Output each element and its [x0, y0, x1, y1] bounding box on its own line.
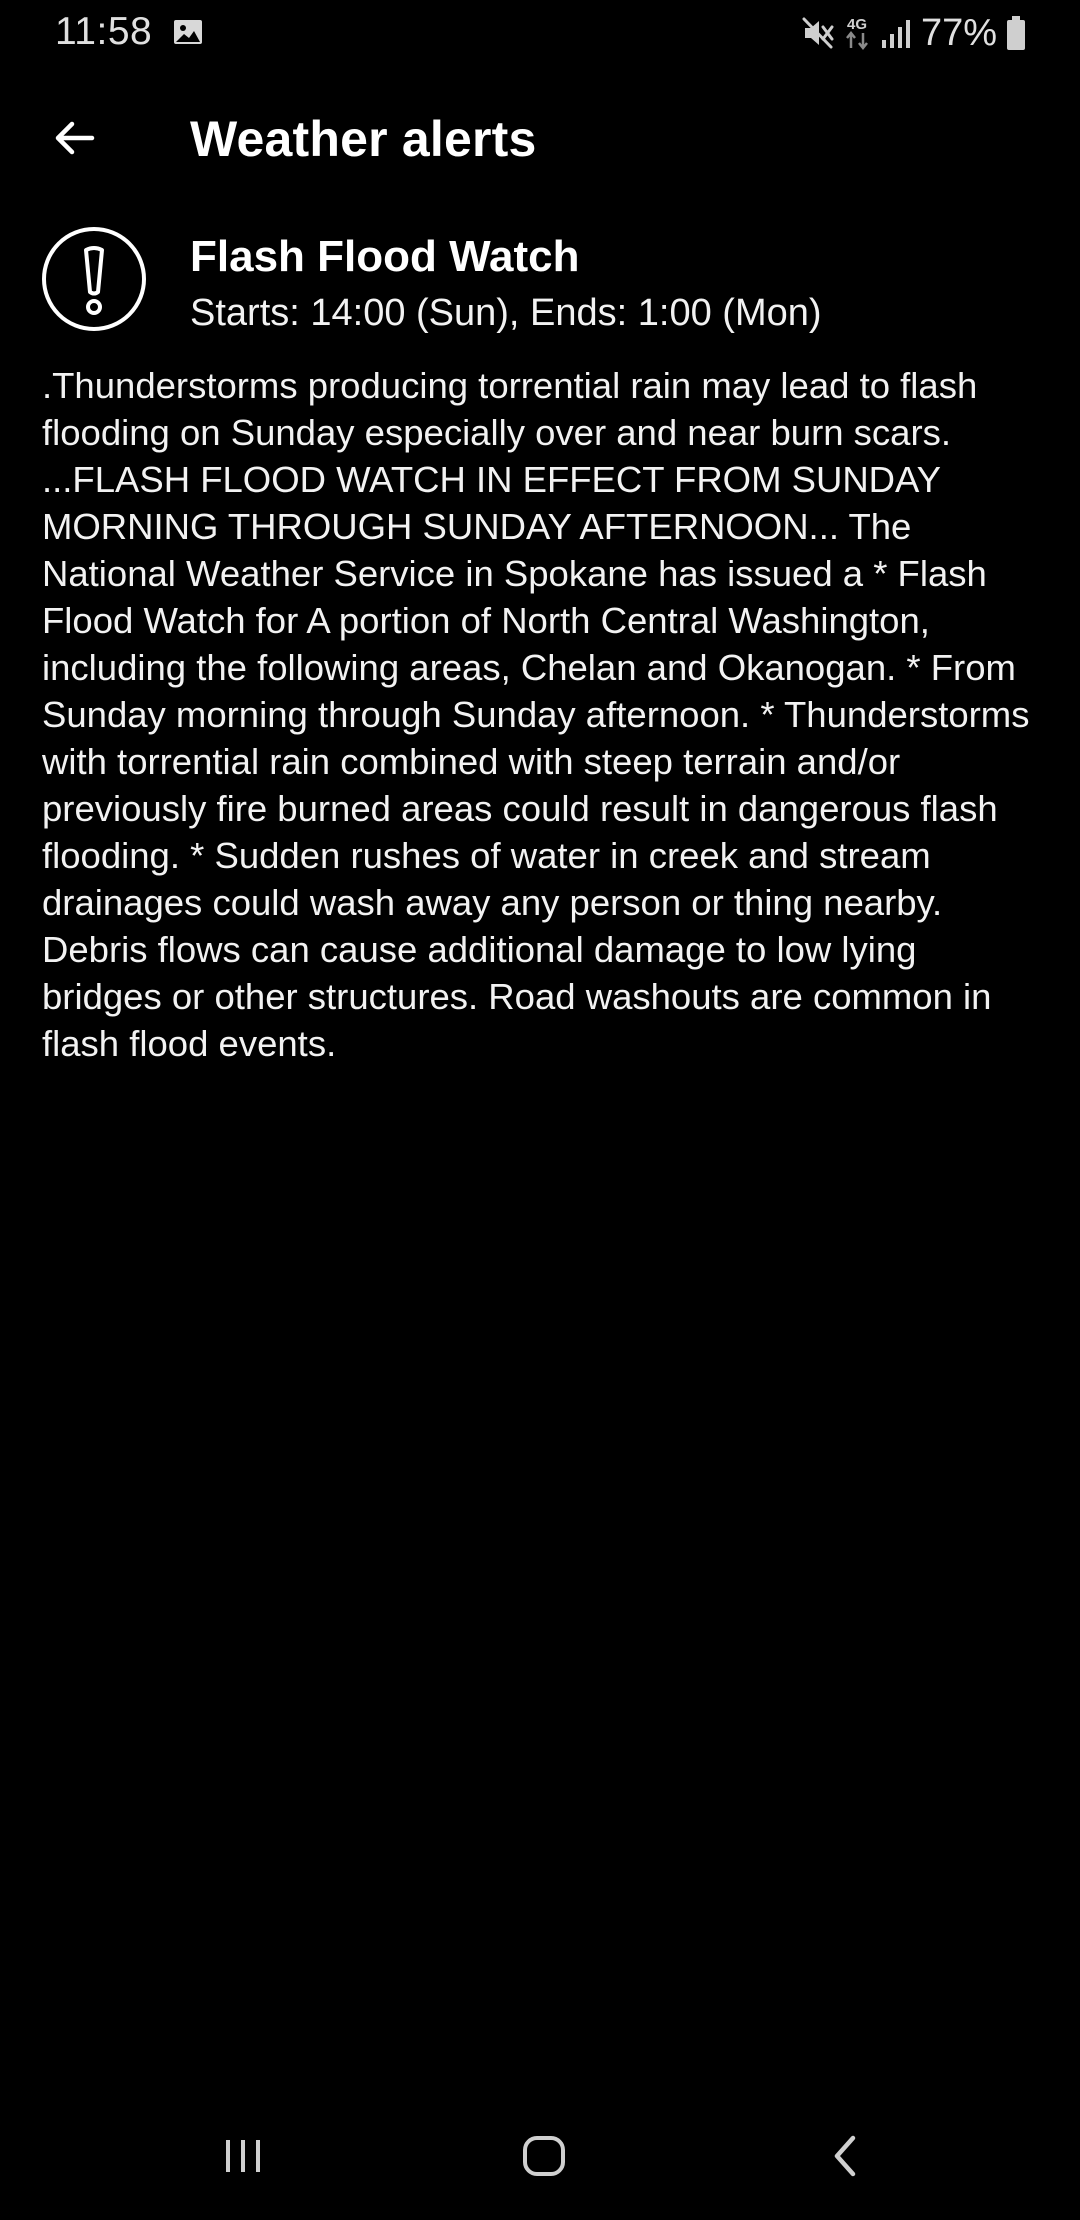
arrow-left-icon — [55, 121, 95, 155]
alert-title: Flash Flood Watch — [190, 232, 580, 281]
back-button[interactable] — [38, 108, 110, 168]
mute-icon — [802, 17, 834, 49]
status-bar: 11:58 4G 77% — [0, 0, 1080, 66]
home-icon — [523, 2136, 565, 2176]
page-title: Weather alerts — [190, 111, 537, 167]
gallery-icon — [174, 20, 202, 44]
recents-icon — [226, 2140, 260, 2172]
status-time: 11:58 — [55, 10, 153, 53]
system-back-button[interactable] — [806, 2126, 886, 2186]
alert-description: .Thunderstorms producing torrential rain… — [42, 365, 1030, 1064]
alert-times: Starts: 14:00 (Sun), Ends: 1:00 (Mon) — [190, 292, 822, 334]
navigation-bar — [0, 2096, 1080, 2220]
home-button[interactable] — [504, 2126, 584, 2186]
status-icons: 4G 77% — [801, 10, 1027, 56]
exclamation-circle-icon — [42, 227, 146, 331]
app-bar: Weather alerts — [0, 96, 1080, 180]
battery-icon — [1007, 16, 1025, 50]
4g-data-icon: 4G — [845, 16, 868, 51]
battery-percent: 77% — [920, 11, 997, 54]
alert-header: Flash Flood Watch Starts: 14:00 (Sun), E… — [0, 222, 1080, 342]
network-label: 4G — [847, 16, 867, 33]
back-icon — [834, 2135, 856, 2177]
signal-icon — [881, 20, 910, 48]
recents-button[interactable] — [203, 2126, 283, 2186]
